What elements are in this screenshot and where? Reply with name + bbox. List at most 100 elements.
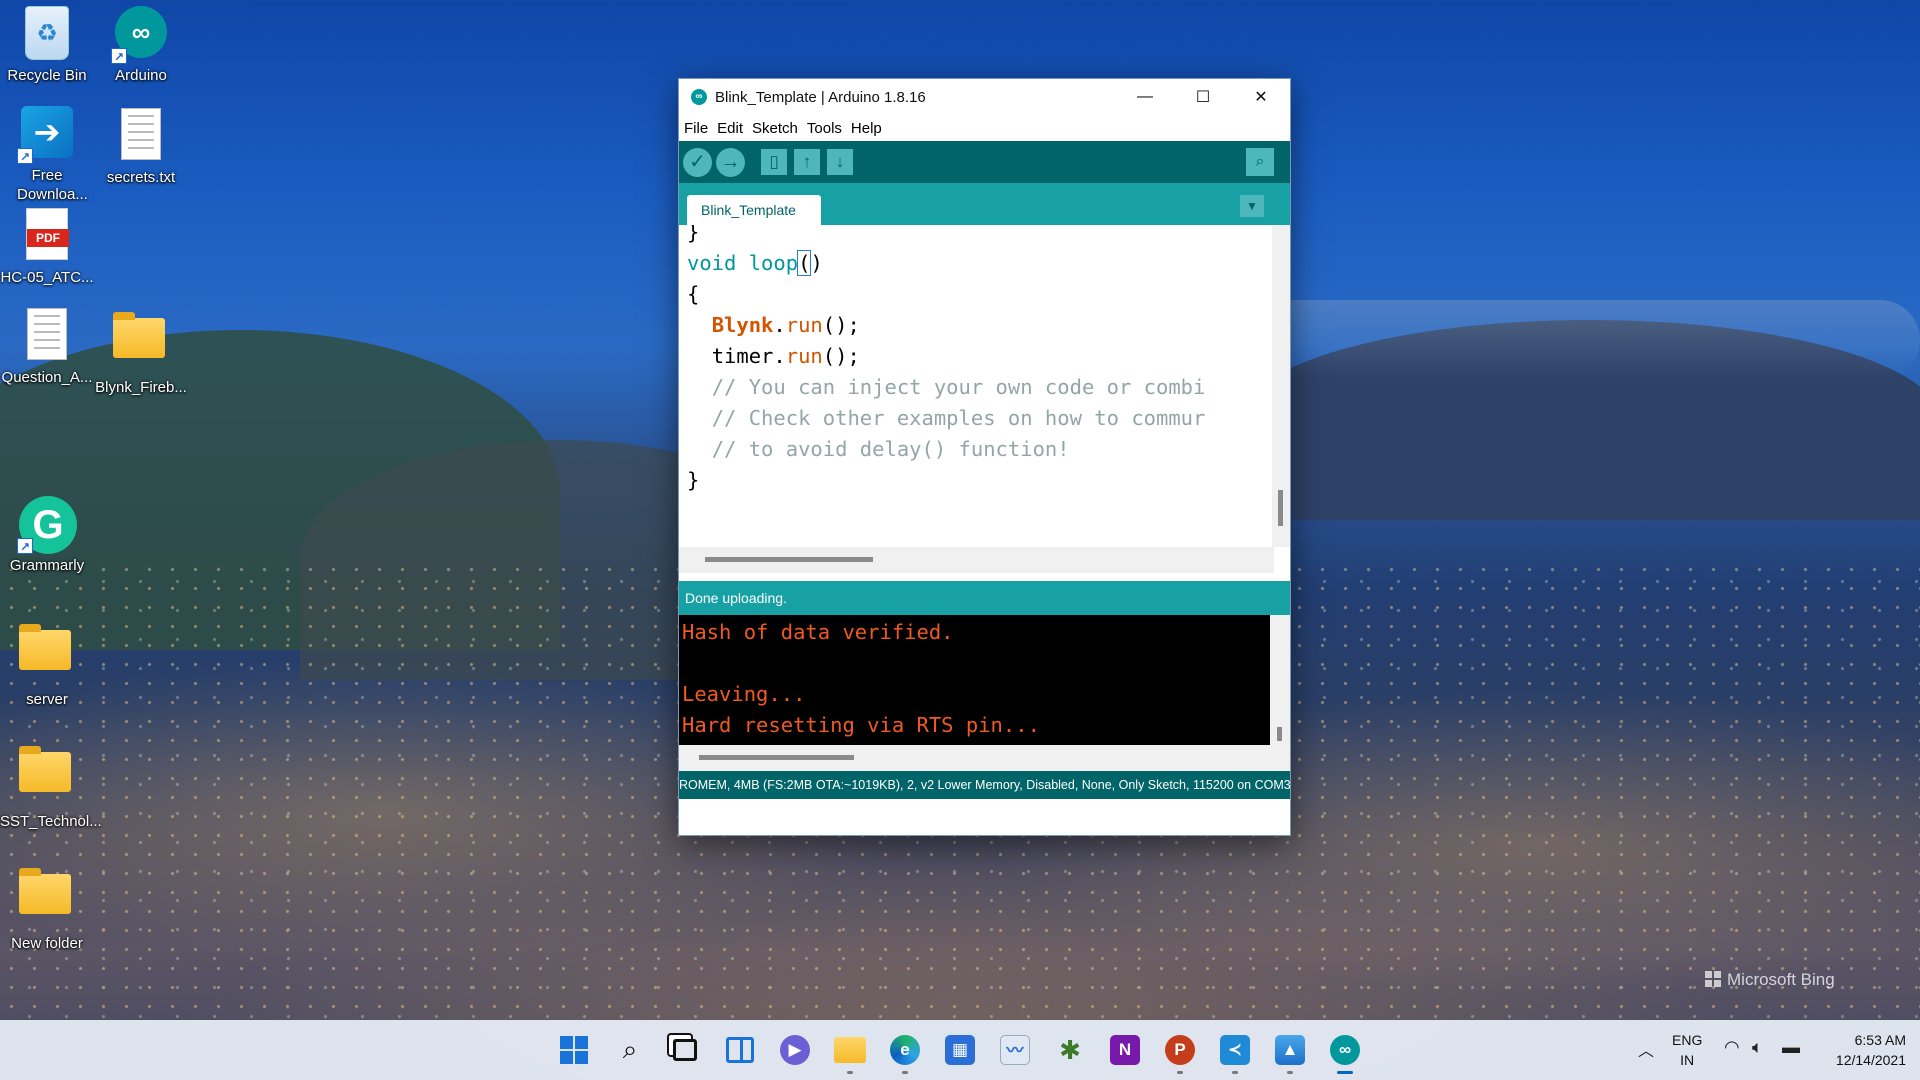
- menu-help[interactable]: Help: [848, 120, 888, 137]
- maximize-button[interactable]: ☐: [1174, 79, 1232, 115]
- onenote-icon: N: [1110, 1035, 1140, 1065]
- code-editor[interactable]: } void loop() { Blynk.run(); timer.run()…: [679, 225, 1290, 573]
- edge-icon: e: [890, 1035, 920, 1065]
- scroll-thumb[interactable]: [1278, 490, 1283, 526]
- open-sketch-button[interactable]: ↑: [794, 149, 820, 175]
- editor-vertical-scrollbar[interactable]: [1272, 225, 1290, 547]
- editor-horizontal-scrollbar[interactable]: [679, 547, 1274, 573]
- taskbar-store[interactable]: ▦: [940, 1030, 980, 1070]
- taskbar-arduino[interactable]: ∞: [1325, 1030, 1365, 1074]
- desktop-icon-label: Free Downloa...: [17, 167, 88, 203]
- vscode-icon: ≺: [1220, 1035, 1250, 1065]
- language-indicator[interactable]: ENG IN: [1672, 1030, 1702, 1080]
- menu-tools[interactable]: Tools: [804, 120, 848, 137]
- chat-icon: ▶: [780, 1035, 810, 1065]
- taskbar-performance-monitor[interactable]: 〰: [995, 1030, 1035, 1070]
- code-line: }: [687, 225, 700, 244]
- folder-icon: [19, 868, 71, 914]
- serial-monitor-button[interactable]: ⌕: [1246, 148, 1274, 176]
- store-icon: ▦: [945, 1035, 975, 1065]
- clock[interactable]: 6:53 AM 12/14/2021: [1820, 1030, 1906, 1080]
- desktop-icon-blynk-firebase[interactable]: Blynk_Fireb...: [94, 306, 188, 397]
- taskbar-palm-tree-app[interactable]: ✱: [1050, 1030, 1090, 1070]
- desktop-icon-label: server: [26, 691, 68, 708]
- console-vertical-scrollbar[interactable]: [1270, 615, 1290, 745]
- arduino-icon: ∞: [1330, 1035, 1360, 1065]
- code-keyword: void: [687, 251, 737, 275]
- menu-bar: File Edit Sketch Tools Help: [679, 115, 1290, 141]
- tab-menu-dropdown[interactable]: ▼: [1240, 195, 1264, 217]
- window-titlebar[interactable]: ∞ Blink_Template | Arduino 1.8.16 — ☐ ✕: [679, 79, 1290, 115]
- tab-blink-template[interactable]: Blink_Template: [687, 195, 821, 225]
- battery-icon[interactable]: ▬: [1782, 1037, 1800, 1058]
- close-button[interactable]: ✕: [1232, 79, 1290, 115]
- console-horizontal-scrollbar[interactable]: [679, 745, 1290, 771]
- taskbar-vscode[interactable]: ≺: [1215, 1030, 1255, 1074]
- upload-button[interactable]: →: [716, 147, 745, 177]
- running-indicator: [847, 1071, 853, 1074]
- taskbar-chat[interactable]: ▶: [775, 1030, 815, 1070]
- code-object: timer: [711, 344, 774, 368]
- desktop-icon-secrets-txt[interactable]: secrets.txt: [94, 106, 188, 187]
- desktop-icon-free-download[interactable]: ➔ ↗ Free Downloa...: [0, 106, 94, 204]
- taskbar-edge[interactable]: e: [885, 1030, 925, 1074]
- date-text: 12/14/2021: [1835, 1052, 1906, 1068]
- search-icon: ⌕: [622, 1034, 638, 1064]
- console-line: Hash of data verified.: [682, 620, 954, 644]
- desktop-icon-grammarly[interactable]: G ↗ Grammarly: [0, 496, 94, 575]
- file-explorer-icon: [834, 1037, 866, 1063]
- taskbar-task-view[interactable]: [665, 1030, 705, 1070]
- menu-edit[interactable]: Edit: [714, 120, 749, 137]
- text-cursor: (: [797, 250, 812, 276]
- menu-sketch[interactable]: Sketch: [749, 120, 804, 137]
- desktop-icon-question[interactable]: Question_A...: [0, 306, 94, 387]
- desktop-icon-recycle-bin[interactable]: Recycle Bin: [0, 6, 94, 85]
- minimize-button[interactable]: —: [1116, 79, 1174, 115]
- code-line: timer.run();: [712, 344, 860, 368]
- taskbar-start[interactable]: [554, 1030, 594, 1070]
- console-text: Hash of data verified. Leaving... Hard r…: [682, 617, 1040, 741]
- folder-icon: [113, 312, 165, 358]
- shortcut-arrow-icon: ↗: [17, 538, 33, 554]
- desktop-icon-arduino[interactable]: ∞ ↗ Arduino: [94, 6, 188, 85]
- desktop-icon-label: Recycle Bin: [7, 67, 87, 84]
- chevron-up-icon[interactable]: ︿: [1638, 1037, 1654, 1061]
- code-punct: ();: [822, 313, 860, 337]
- taskbar: ⌕ ▶ e ▦ 〰 ✱ N P ≺ ▲ ∞ ︿ ENG IN ◠ 🔈︎ ▬ 6:…: [0, 1020, 1920, 1080]
- scroll-thumb[interactable]: [699, 755, 854, 760]
- save-sketch-button[interactable]: ↓: [827, 149, 853, 175]
- verify-button[interactable]: ✓: [683, 147, 712, 177]
- taskbar-widgets[interactable]: [720, 1030, 760, 1070]
- output-console[interactable]: Hash of data verified. Leaving... Hard r…: [679, 615, 1290, 771]
- scroll-thumb[interactable]: [1277, 727, 1282, 741]
- code-function: run: [785, 313, 823, 337]
- taskbar-powerpoint[interactable]: P: [1160, 1030, 1200, 1074]
- task-view-icon: [673, 1039, 697, 1061]
- monitor-icon: 〰: [1000, 1035, 1030, 1065]
- desktop-icon-server[interactable]: server: [0, 618, 94, 709]
- code-comment: // Check other examples on how to commur: [711, 406, 1206, 430]
- wifi-icon[interactable]: ◠: [1724, 1037, 1740, 1058]
- desktop-icon-label: Grammarly: [9, 557, 85, 574]
- new-sketch-button[interactable]: ▯: [761, 149, 787, 175]
- desktop-icon-hc05-pdf[interactable]: PDF HC-05_ATC...: [0, 206, 94, 287]
- code-function: run: [785, 344, 823, 368]
- desktop-icon-new-folder[interactable]: New folder: [0, 862, 94, 953]
- arduino-window[interactable]: ∞ Blink_Template | Arduino 1.8.16 — ☐ ✕ …: [678, 78, 1291, 836]
- volume-icon[interactable]: 🔈︎: [1752, 1037, 1763, 1058]
- running-indicator: [1177, 1071, 1183, 1074]
- desktop-icon-sst-technol[interactable]: SST_Technol...: [0, 740, 102, 831]
- recycle-bin-icon: [25, 6, 69, 60]
- desktop-icon-label: Arduino: [115, 67, 167, 84]
- scroll-thumb[interactable]: [705, 557, 873, 562]
- console-line: Leaving...: [682, 682, 806, 706]
- menu-file[interactable]: File: [681, 120, 714, 137]
- board-info-bar: ROMEM, 4MB (FS:2MB OTA:~1019KB), 2, v2 L…: [679, 771, 1290, 799]
- taskbar-photos[interactable]: ▲: [1270, 1030, 1310, 1074]
- taskbar-search[interactable]: ⌕: [610, 1030, 650, 1070]
- taskbar-file-explorer[interactable]: [830, 1030, 870, 1074]
- taskbar-onenote[interactable]: N: [1105, 1030, 1145, 1070]
- folder-icon: [19, 624, 71, 670]
- arduino-icon: ∞: [691, 89, 707, 105]
- pane-divider[interactable]: [679, 573, 1290, 581]
